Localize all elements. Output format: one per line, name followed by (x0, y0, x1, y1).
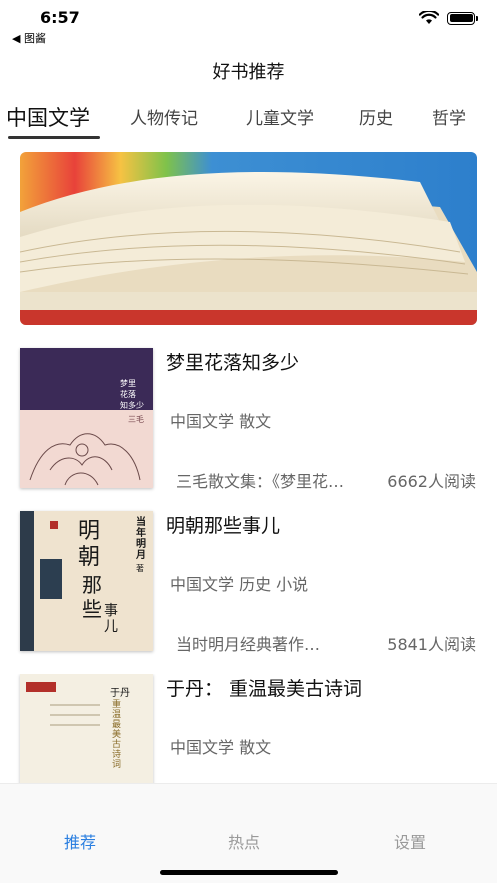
cover-text: 于丹 (110, 688, 130, 699)
book-description: 当时明月经典著作… (176, 635, 321, 654)
list-item[interactable]: 于丹 重温最美古诗词 于丹： 重温最美古诗词 中国文学 散文 (0, 674, 497, 784)
cover-text: 明朝 (78, 519, 101, 570)
banner-image[interactable] (20, 152, 477, 325)
book-tags: 中国文学 历史 小说 (170, 575, 309, 594)
book-tags: 中国文学 散文 (170, 738, 272, 757)
category-tabs: 中国文学 人物传记 儿童文学 历史 哲学 (0, 98, 497, 142)
home-indicator (160, 870, 338, 875)
reader-count: 5841人阅读 (387, 635, 476, 654)
book-cover: 梦里 花落 知多少 三毛 (20, 348, 153, 488)
cover-text: 花落 (120, 390, 136, 399)
book-description: 三毛散文集：《梦里花落知多少》 (176, 472, 356, 491)
status-time: 6:57 (40, 8, 80, 27)
page-title: 好书推荐 (212, 62, 285, 83)
tab-chinese-literature[interactable]: 中国文学 (6, 102, 90, 132)
tabbar-item-hot[interactable]: 热点 (228, 829, 260, 853)
status-bar: 6:57 ◀ 图酱 (0, 0, 497, 46)
book-title: 于丹： 重温最美古诗词 (166, 678, 363, 700)
cover-text: 那些 (82, 573, 102, 621)
bottom-tab-bar: 推荐 热点 设置 (0, 783, 497, 883)
status-icons (419, 11, 478, 25)
book-cover: 明朝 那些 事儿 当年明月 著 (20, 511, 153, 651)
tabbar-item-settings[interactable]: 设置 (394, 829, 426, 853)
book-title: 梦里花落知多少 (166, 352, 300, 374)
cover-author-suffix: 著 (136, 564, 144, 573)
tab-history[interactable]: 历史 (359, 104, 393, 129)
active-tab-indicator (8, 136, 100, 139)
list-item[interactable]: 明朝 那些 事儿 当年明月 著 明朝那些事儿 中国文学 历史 小说 当时明月经典… (0, 511, 497, 661)
tab-childrens-literature[interactable]: 儿童文学 (246, 104, 314, 129)
book-tags: 中国文学 散文 (170, 412, 272, 431)
book-title: 明朝那些事儿 (166, 515, 281, 537)
battery-icon (447, 11, 478, 25)
tab-biography[interactable]: 人物传记 (130, 104, 198, 129)
cover-text: 重温最美古诗词 (112, 700, 122, 770)
tab-philosophy[interactable]: 哲学 (432, 104, 466, 129)
wifi-icon (419, 11, 439, 24)
reader-count: 6662人阅读 (387, 472, 476, 491)
back-to-app-link[interactable]: ◀ 图酱 (12, 30, 46, 46)
cover-text: 事儿 (104, 603, 118, 635)
tabbar-item-recommend[interactable]: 推荐 (64, 829, 96, 853)
cover-text: 梦里 (120, 379, 136, 388)
cover-author: 当年明月 (136, 517, 146, 561)
book-cover: 于丹 重温最美古诗词 (20, 674, 153, 784)
list-item[interactable]: 梦里 花落 知多少 三毛 梦里花落知多少 中国文学 散文 三毛散文集：《梦里花落… (0, 348, 497, 498)
